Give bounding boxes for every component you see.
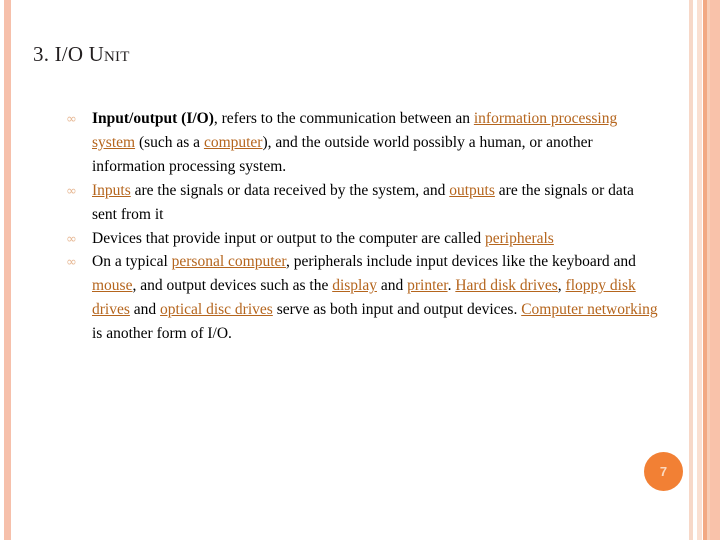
bullet-typical-pc: ∞ On a typical personal computer, periphe… bbox=[62, 250, 662, 346]
body-text: (such as a bbox=[135, 133, 204, 151]
slide-title: 3. I/O Unit bbox=[33, 42, 130, 66]
bullet-ornament-icon: ∞ bbox=[66, 112, 77, 127]
bullet-text: On a typical personal computer, peripher… bbox=[92, 253, 658, 342]
body-text: is another form of I/O. bbox=[92, 325, 232, 343]
hyperlink[interactable]: computer bbox=[204, 134, 263, 151]
slide-bullet-list: ∞ Input/output (I/O), refers to the commu… bbox=[62, 107, 662, 346]
body-text: and bbox=[129, 301, 161, 319]
hyperlink[interactable]: Inputs bbox=[92, 182, 131, 199]
hyperlink[interactable]: optical disc drives bbox=[160, 301, 273, 318]
slide-canvas: 3. I/O Unit ∞ Input/output (I/O), refers … bbox=[0, 0, 720, 540]
bullet-text: Inputs are the signals or data received … bbox=[92, 182, 634, 223]
body-text: Devices that provide input or output to … bbox=[92, 229, 485, 247]
body-text: On a typical bbox=[92, 253, 172, 271]
decorative-stripe-right-2 bbox=[697, 0, 702, 540]
body-text: , and output devices such as the bbox=[132, 277, 333, 295]
hyperlink[interactable]: display bbox=[332, 277, 377, 294]
bullet-text: Devices that provide input or output to … bbox=[92, 230, 554, 247]
decorative-stripe-left bbox=[4, 0, 11, 540]
hyperlink[interactable]: outputs bbox=[449, 182, 495, 199]
hyperlink[interactable]: mouse bbox=[92, 277, 132, 294]
decorative-stripe-right-1 bbox=[689, 0, 693, 540]
body-text: are the signals or data received by the … bbox=[130, 181, 450, 199]
hyperlink[interactable]: Computer networking bbox=[521, 301, 657, 318]
body-text: , bbox=[557, 277, 566, 295]
hyperlink[interactable]: personal computer bbox=[172, 253, 286, 270]
decorative-stripe-right-5 bbox=[710, 0, 720, 540]
body-text: and bbox=[376, 277, 408, 295]
hyperlink[interactable]: printer bbox=[407, 277, 447, 294]
page-number-badge: 7 bbox=[644, 452, 683, 491]
emphasized-text: Input/output (I/O) bbox=[92, 110, 214, 127]
bullet-peripherals: ∞ Devices that provide input or output to… bbox=[62, 227, 662, 251]
bullet-ornament-icon: ∞ bbox=[66, 255, 77, 271]
bullet-io-definition: ∞ Input/output (I/O), refers to the commu… bbox=[62, 107, 662, 179]
hyperlink[interactable]: Hard disk drives bbox=[455, 277, 557, 294]
bullet-ornament-icon: ∞ bbox=[66, 183, 77, 199]
body-text: , peripherals include input devices like… bbox=[285, 253, 636, 271]
body-text: , refers to the communication between an bbox=[213, 110, 474, 127]
hyperlink[interactable]: peripherals bbox=[485, 230, 554, 247]
bullet-inputs-outputs: ∞ Inputs are the signals or data received… bbox=[62, 179, 662, 227]
bullet-text: Input/output (I/O), refers to the commun… bbox=[92, 110, 617, 175]
body-text: serve as both input and output devices. bbox=[272, 301, 522, 319]
page-number-value: 7 bbox=[659, 464, 668, 479]
bullet-ornament-icon: ∞ bbox=[66, 231, 77, 247]
